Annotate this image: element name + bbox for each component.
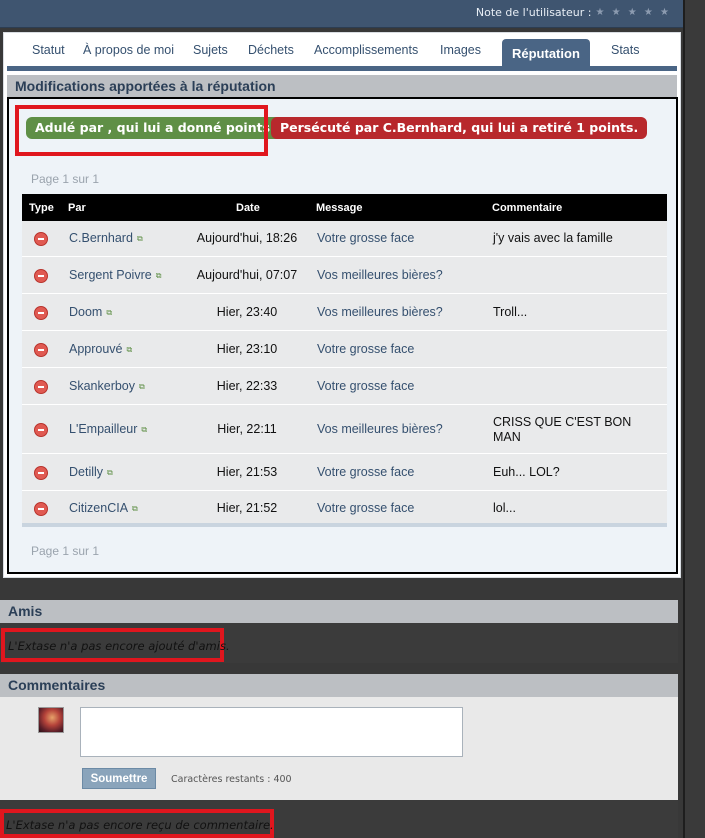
- rep-user-link[interactable]: CitizenCIA ⧉: [69, 501, 138, 515]
- rep-comment: CRISS QUE C'EST BON MAN: [493, 415, 632, 444]
- rep-message-link[interactable]: Votre grosse face: [317, 501, 414, 515]
- negative-rep-icon: [34, 502, 48, 516]
- negative-rep-icon: [34, 306, 48, 320]
- rating-stars-icon[interactable]: ★ ★ ★ ★ ★: [595, 7, 671, 18]
- reputation-body: Adulé par , qui lui a donné points. Pers…: [7, 97, 678, 574]
- table-body: C.Bernhard ⧉ Aujourd'hui, 18:26 Votre gross…: [22, 221, 667, 527]
- table-row: L'Empailleur ⧉ Hier, 22:11 Vos meilleures b…: [22, 405, 667, 454]
- right-scroll-strip: [683, 0, 705, 838]
- rep-date: Hier, 22:11: [217, 422, 277, 436]
- rep-date: Hier, 23:10: [216, 342, 278, 356]
- tab-a-propos[interactable]: À propos de moi: [83, 43, 174, 57]
- rep-message-link[interactable]: Vos meilleures bières?: [317, 422, 443, 436]
- comment-textarea[interactable]: [80, 707, 463, 757]
- rep-comment: Troll...: [493, 305, 528, 319]
- user-rating: Note de l'utilisateur : ★ ★ ★ ★ ★: [476, 6, 671, 19]
- friends-title: Amis: [0, 600, 678, 623]
- external-link-icon[interactable]: ⧉: [156, 271, 162, 281]
- col-message: Message: [316, 202, 363, 214]
- rep-date: Aujourd'hui, 07:07: [196, 268, 298, 282]
- rep-user-link[interactable]: C.Bernhard ⧉: [69, 231, 143, 245]
- tab-reputation[interactable]: Réputation: [502, 39, 590, 66]
- rep-message-link[interactable]: Vos meilleures bières?: [317, 305, 443, 319]
- rep-message-link[interactable]: Votre grosse face: [317, 379, 414, 393]
- rep-message-link[interactable]: Votre grosse face: [317, 465, 414, 479]
- tab-dechets[interactable]: Déchets: [248, 43, 294, 57]
- comments-title: Commentaires: [0, 674, 678, 697]
- table-header: Type Par Date Message Commentaire: [22, 194, 667, 221]
- table-row: Sergent Poivre ⧉ Aujourd'hui, 07:07 Vos mei…: [22, 257, 667, 294]
- profile-panel: Statut À propos de moi Sujets Déchets Ac…: [3, 32, 681, 578]
- rep-user-link[interactable]: Skankerboy ⧉: [69, 379, 145, 393]
- highlight-box: [15, 105, 268, 156]
- rep-user-link[interactable]: Sergent Poivre ⧉: [69, 268, 161, 282]
- rep-user-link[interactable]: Doom ⧉: [69, 305, 112, 319]
- rep-user-link[interactable]: Approuvé ⧉: [69, 342, 132, 356]
- tab-stats[interactable]: Stats: [611, 43, 640, 57]
- table-row: Detilly ⧉ Hier, 21:53 Votre grosse face Euh.…: [22, 454, 667, 491]
- rep-date: Hier, 21:53: [216, 465, 278, 479]
- pager-bottom: Page 1 sur 1: [31, 544, 100, 558]
- rep-comment: j'y vais avec la famille: [493, 231, 613, 245]
- negative-rep-icon: [34, 269, 48, 283]
- table-row: Approuvé ⧉ Hier, 23:10 Votre grosse face: [22, 331, 667, 368]
- external-link-icon[interactable]: ⧉: [107, 468, 113, 478]
- comments-footer: L'Extase n'a pas encore reçu de commenta…: [0, 800, 678, 838]
- tab-underline: [7, 66, 677, 71]
- avatar: [38, 707, 64, 733]
- table-row: CitizenCIA ⧉ Hier, 21:52 Votre grosse face l…: [22, 491, 667, 527]
- external-link-icon[interactable]: ⧉: [106, 308, 112, 318]
- submit-button[interactable]: Soumettre: [82, 768, 156, 789]
- friends-empty-notice: L'Extase n'a pas encore ajouté d'amis.: [8, 639, 230, 653]
- external-link-icon[interactable]: ⧉: [139, 382, 145, 392]
- user-rating-label: Note de l'utilisateur :: [475, 6, 592, 19]
- rep-date: Hier, 21:52: [216, 501, 278, 515]
- rep-date: Hier, 22:33: [216, 379, 278, 393]
- external-link-icon[interactable]: ⧉: [137, 234, 143, 244]
- tab-statut[interactable]: Statut: [32, 43, 65, 57]
- tab-accomplissements[interactable]: Accomplissements: [314, 43, 418, 57]
- tab-sujets[interactable]: Sujets: [193, 43, 228, 57]
- table-row: C.Bernhard ⧉ Aujourd'hui, 18:26 Votre gross…: [22, 221, 667, 257]
- profile-tabs: Statut À propos de moi Sujets Déchets Ac…: [4, 33, 680, 66]
- rep-message-link[interactable]: Votre grosse face: [317, 342, 414, 356]
- negative-summary-badge: Persécuté par C.Bernhard, qui lui a reti…: [271, 117, 648, 139]
- comment-form: Soumettre Caractères restants : 400: [0, 697, 678, 800]
- col-comment: Commentaire: [492, 202, 563, 214]
- negative-rep-icon: [34, 380, 48, 394]
- negative-rep-icon: [34, 423, 48, 437]
- rep-message-link[interactable]: Votre grosse face: [317, 231, 414, 245]
- col-by: Par: [68, 202, 86, 214]
- reputation-table: Type Par Date Message Commentaire C.Bern…: [22, 194, 667, 527]
- tab-images[interactable]: Images: [440, 43, 481, 57]
- col-type: Type: [29, 202, 54, 214]
- top-bar: Note de l'utilisateur : ★ ★ ★ ★ ★: [0, 0, 683, 28]
- external-link-icon[interactable]: ⧉: [132, 504, 138, 514]
- rep-comment: Euh... LOL?: [493, 465, 560, 479]
- rep-date: Hier, 23:40: [216, 305, 278, 319]
- negative-rep-icon: [34, 232, 48, 246]
- pager-top: Page 1 sur 1: [31, 172, 100, 186]
- table-row: Skankerboy ⧉ Hier, 22:33 Votre grosse face: [22, 368, 667, 405]
- friends-body: L'Extase n'a pas encore ajouté d'amis.: [0, 623, 678, 663]
- remaining-chars: Caractères restants : 400: [171, 774, 292, 785]
- external-link-icon[interactable]: ⧉: [141, 425, 147, 435]
- col-date: Date: [236, 202, 260, 214]
- rep-user-link[interactable]: L'Empailleur ⧉: [69, 422, 147, 436]
- rep-comment: lol...: [493, 501, 516, 515]
- comments-empty-notice: L'Extase n'a pas encore reçu de commenta…: [6, 818, 274, 832]
- negative-rep-icon: [34, 343, 48, 357]
- reputation-title: Modifications apportées à la réputation: [7, 75, 677, 97]
- negative-rep-icon: [34, 466, 48, 480]
- rep-user-link[interactable]: Detilly ⧉: [69, 465, 113, 479]
- table-row: Doom ⧉ Hier, 23:40 Vos meilleures bières? Tr…: [22, 294, 667, 331]
- external-link-icon[interactable]: ⧉: [127, 345, 133, 355]
- rep-message-link[interactable]: Vos meilleures bières?: [317, 268, 443, 282]
- rep-date: Aujourd'hui, 18:26: [196, 231, 298, 245]
